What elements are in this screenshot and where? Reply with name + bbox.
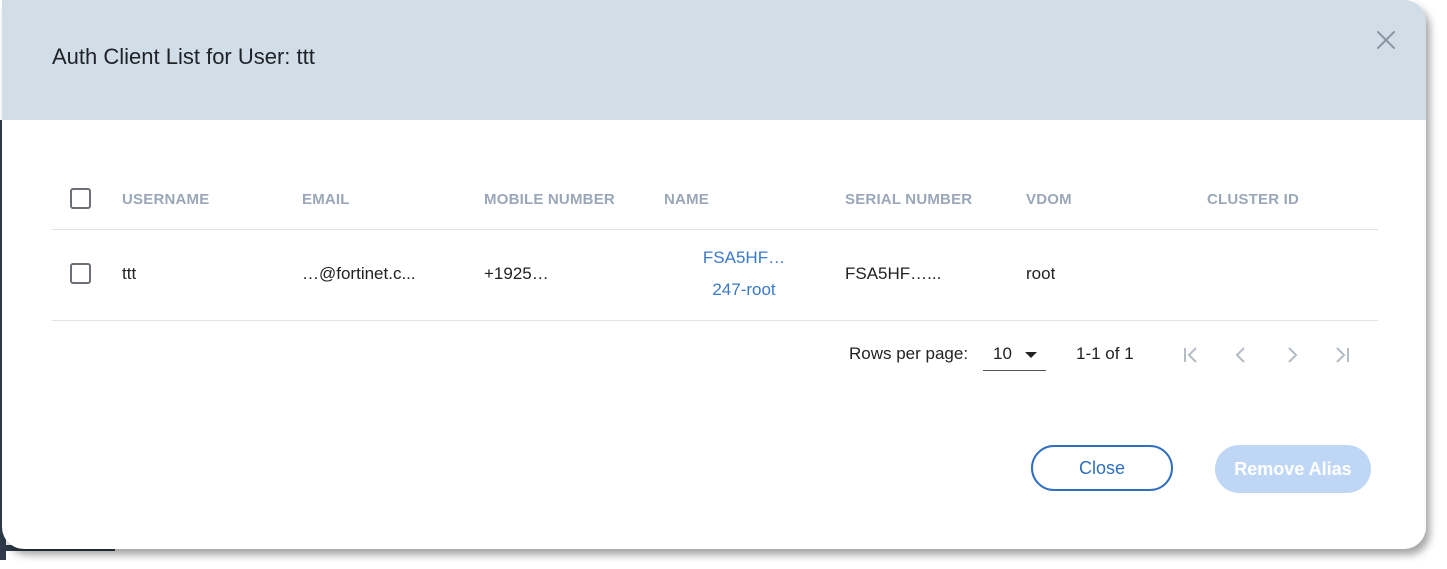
dialog-title: Auth Client List for User: ttt xyxy=(52,44,315,69)
cell-serial-number: FSA5HF…... xyxy=(845,264,942,283)
last-page-icon[interactable] xyxy=(1330,343,1354,367)
auth-client-list-dialog: Auth Client List for User: ttt USERNAME … xyxy=(2,0,1426,549)
rows-per-page-label: Rows per page: xyxy=(849,344,969,363)
rows-per-page-value: 10 xyxy=(993,344,1012,363)
remove-alias-button[interactable]: Remove Alias xyxy=(1215,445,1371,493)
cell-mobile-number: +1925… xyxy=(484,264,549,283)
column-header-mobile-number[interactable]: MOBILE NUMBER xyxy=(484,191,615,208)
next-page-icon[interactable] xyxy=(1280,343,1304,367)
cell-username: ttt xyxy=(122,264,137,283)
row-checkbox[interactable] xyxy=(70,263,91,284)
column-header-vdom[interactable]: VDOM xyxy=(1026,191,1072,208)
cell-vdom: root xyxy=(1026,264,1056,283)
pagination-range: 1-1 of 1 xyxy=(1076,344,1134,363)
cell-email: …@fortinet.c... xyxy=(302,264,416,283)
auth-client-table: USERNAME EMAIL MOBILE NUMBER NAME SERIAL… xyxy=(52,170,1378,321)
column-header-email[interactable]: EMAIL xyxy=(302,191,350,208)
close-icon[interactable] xyxy=(1374,28,1398,52)
select-all-checkbox[interactable] xyxy=(70,188,91,209)
rows-per-page-select[interactable]: 10 xyxy=(983,340,1046,371)
name-line-2: 247-root xyxy=(712,280,776,299)
column-header-serial-number[interactable]: SERIAL NUMBER xyxy=(845,191,972,208)
caret-down-icon xyxy=(1025,352,1037,358)
column-header-cluster-id[interactable]: CLUSTER ID xyxy=(1207,191,1299,208)
dialog-header: Auth Client List for User: ttt xyxy=(2,0,1426,120)
close-button[interactable]: Close xyxy=(1031,445,1173,491)
first-page-icon[interactable] xyxy=(1179,343,1203,367)
column-header-name[interactable]: NAME xyxy=(664,191,709,208)
previous-page-icon[interactable] xyxy=(1229,343,1253,367)
name-line-1: FSA5HF… xyxy=(702,248,786,267)
table-row: ttt …@fortinet.c... +1925… FSA5HF… 247-r… xyxy=(52,230,1378,321)
cell-name-link[interactable]: FSA5HF… 247-root xyxy=(664,242,824,306)
column-header-username[interactable]: USERNAME xyxy=(122,191,209,208)
table-header-row: USERNAME EMAIL MOBILE NUMBER NAME SERIAL… xyxy=(52,170,1378,230)
